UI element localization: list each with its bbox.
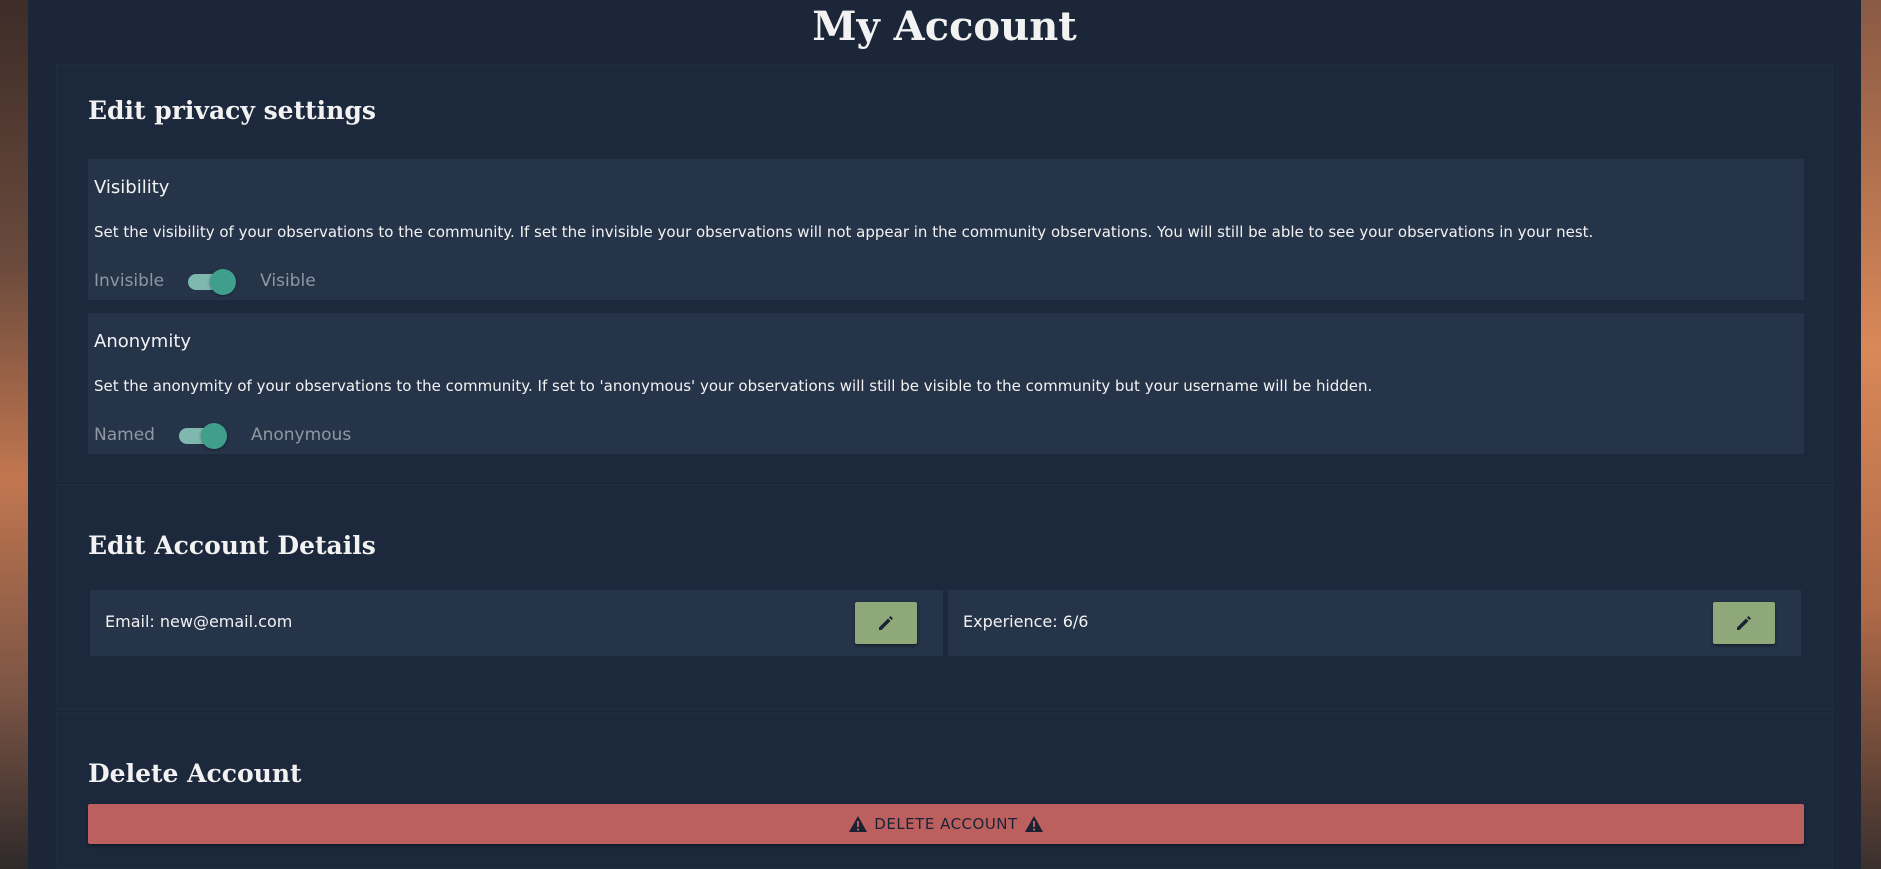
- warning-icon: [849, 816, 868, 832]
- anonymity-heading: Anonymity: [94, 331, 192, 352]
- visibility-off-label: Invisible: [94, 271, 165, 291]
- account-details-card: Edit Account Details Email: new@email.co…: [56, 484, 1833, 710]
- edit-email-button[interactable]: [855, 602, 917, 644]
- page-title: My Account: [812, 3, 1077, 50]
- email-detail: Email: new@email.com: [90, 590, 943, 656]
- email-text: Email: new@email.com: [105, 612, 293, 631]
- anonymity-toggle-knob[interactable]: [200, 423, 227, 449]
- anonymity-setting: Anonymity Set the anonymity of your obse…: [88, 313, 1804, 454]
- delete-account-label: DELETE ACCOUNT: [874, 815, 1018, 833]
- anonymity-description: Set the anonymity of your observations t…: [94, 377, 1373, 395]
- visibility-heading: Visibility: [94, 177, 170, 198]
- experience-detail: Experience: 6/6: [948, 590, 1801, 656]
- experience-text: Experience: 6/6: [963, 612, 1089, 631]
- visibility-on-label: Visible: [260, 271, 316, 291]
- visibility-toggle[interactable]: [188, 269, 238, 295]
- privacy-settings-card: Edit privacy settings Visibility Set the…: [56, 64, 1833, 482]
- edit-experience-button[interactable]: [1713, 602, 1775, 644]
- background-left: [0, 0, 28, 869]
- warning-icon: [1024, 816, 1043, 832]
- pencil-icon: [1737, 616, 1751, 630]
- pencil-icon: [879, 616, 893, 630]
- background-right: [1861, 0, 1881, 869]
- delete-account-card: Delete Account DELETE ACCOUNT: [56, 712, 1833, 869]
- account-details-title: Edit Account Details: [88, 531, 376, 560]
- anonymity-on-label: Anonymous: [250, 425, 352, 445]
- anonymity-toggle[interactable]: [178, 423, 229, 449]
- delete-account-title: Delete Account: [88, 759, 302, 788]
- delete-account-button[interactable]: DELETE ACCOUNT: [88, 804, 1804, 844]
- visibility-setting: Visibility Set the visibility of your ob…: [88, 159, 1804, 300]
- visibility-description: Set the visibility of your observations …: [94, 223, 1594, 241]
- anonymity-off-label: Named: [94, 425, 155, 445]
- visibility-toggle-knob[interactable]: [210, 269, 237, 295]
- anonymity-toggle-row: Named Anonymous: [94, 423, 352, 449]
- privacy-settings-title: Edit privacy settings: [88, 96, 376, 125]
- account-panel: My Account Edit privacy settings Visibil…: [28, 0, 1861, 869]
- visibility-toggle-row: Invisible Visible: [94, 269, 316, 295]
